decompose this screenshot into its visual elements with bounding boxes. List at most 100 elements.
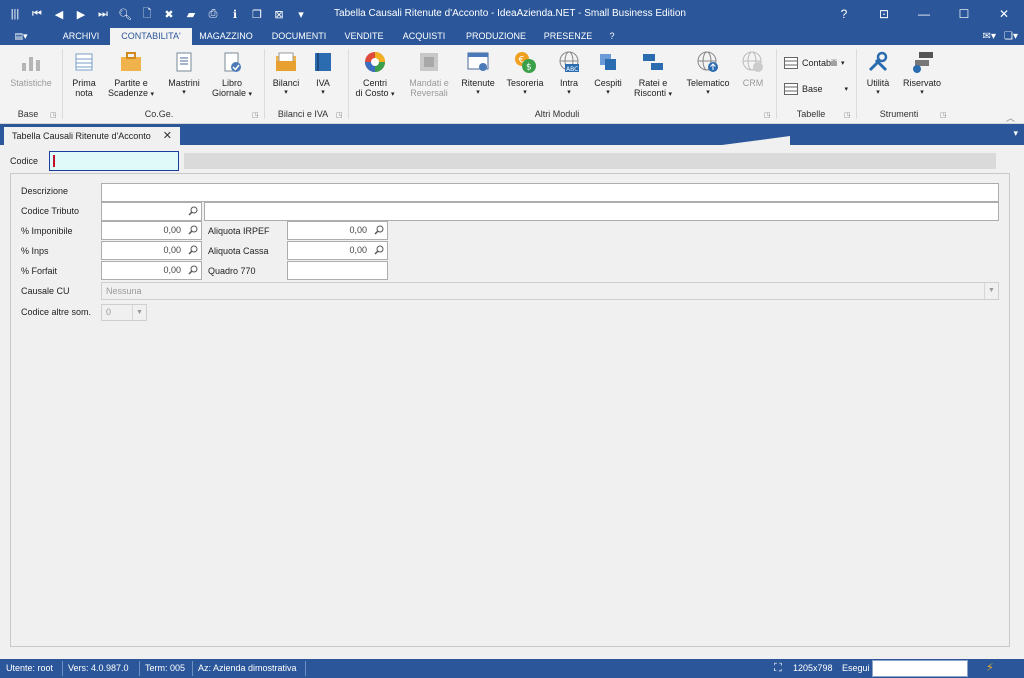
partite-scadenze-button[interactable]: Partite e Scadenze ▾	[104, 49, 158, 99]
last-record-icon[interactable]: ⏭	[92, 3, 114, 25]
tab-list-icon[interactable]: ▾	[1013, 128, 1018, 139]
descrizione-label: Descrizione	[21, 186, 69, 196]
group-expand-icon[interactable]: ◳	[764, 111, 771, 119]
document-tab[interactable]: Tabella Causali Ritenute d'Acconto ✕	[4, 127, 180, 145]
mandati-reversali-button[interactable]: Mandati e Reversali	[406, 49, 452, 98]
maximize-icon[interactable]: ☐	[944, 0, 984, 28]
tab-produzione[interactable]: PRODUZIONE	[460, 28, 532, 45]
group-expand-icon[interactable]: ◳	[940, 111, 947, 119]
ritenute-button[interactable]: Ritenute ▾	[456, 49, 500, 97]
search-icon[interactable]	[188, 225, 198, 235]
tab-acquisti[interactable]: ACQUISTI	[396, 28, 452, 45]
divider	[62, 49, 63, 119]
windows-icon[interactable]: ❏▾	[1004, 31, 1018, 42]
aliquota-cassa-input[interactable]: 0,00	[287, 241, 388, 260]
group-expand-icon[interactable]: ◳	[252, 111, 259, 119]
tab-archivi[interactable]: ARCHIVI	[54, 28, 108, 45]
copy-icon[interactable]: ❐	[246, 3, 268, 25]
server-gear-icon	[909, 49, 935, 75]
chevron-down-icon[interactable]: ▼	[132, 305, 146, 320]
previous-record-icon[interactable]: ◀	[48, 3, 70, 25]
esegui-input[interactable]	[872, 660, 968, 677]
codice-tributo-input[interactable]	[101, 202, 202, 221]
iva-button[interactable]: IVA ▾	[306, 49, 340, 97]
forfait-label: % Forfait	[21, 266, 58, 276]
aliquota-irpef-input[interactable]: 0,00	[287, 221, 388, 240]
tab-magazzino[interactable]: MAGAZZINO	[194, 28, 258, 45]
libro-giornale-button[interactable]: Libro Giornale ▾	[206, 49, 258, 99]
group-expand-icon[interactable]: ◳	[50, 111, 57, 119]
minimize-icon[interactable]: —	[904, 0, 944, 28]
imponibile-input[interactable]: 0,00	[101, 221, 202, 240]
table-icon	[784, 83, 798, 95]
document-list-icon	[171, 49, 197, 75]
close-icon[interactable]: ✕	[984, 0, 1024, 28]
window-eye-icon	[465, 49, 491, 75]
base-tables-button[interactable]: Base ▾	[784, 83, 848, 95]
forfait-input[interactable]: 0,00	[101, 261, 202, 280]
quadro-770-label: Quadro 770	[208, 266, 256, 276]
file-menu-icon[interactable]: ▤▾	[6, 28, 36, 45]
fullscreen-icon[interactable]: ⛶	[774, 659, 782, 678]
currency-icon: € $	[512, 49, 538, 75]
ribbon-display-icon[interactable]: ⊡	[864, 0, 904, 28]
group-bilanci-iva-label: Bilanci e IVA	[277, 109, 329, 119]
codice-altre-select[interactable]: 0 ▼	[101, 304, 147, 321]
mail-icon[interactable]: ✉▾	[983, 31, 996, 42]
search-icon[interactable]	[188, 265, 198, 275]
descrizione-input[interactable]	[101, 183, 999, 202]
codice-tributo-description	[204, 202, 999, 221]
close-tab-icon[interactable]: ✕	[163, 127, 172, 145]
search-icon[interactable]	[188, 206, 198, 216]
cespiti-button[interactable]: Cespiti ▾	[590, 49, 626, 97]
new-document-icon[interactable]: 🗋	[136, 3, 158, 25]
print-icon[interactable]: ⎙	[202, 3, 224, 25]
delete-icon[interactable]: ✖	[158, 3, 180, 25]
ratei-risconti-button[interactable]: Ratei e Risconti ▾	[630, 49, 676, 99]
crm-button[interactable]: CRM	[736, 49, 770, 88]
telematico-button[interactable]: Telematico ▾	[682, 49, 734, 97]
riservato-button[interactable]: Riservato ▾	[898, 49, 946, 97]
lightning-icon[interactable]: ⚡	[986, 659, 994, 678]
color-wheel-icon	[362, 49, 388, 75]
info-icon[interactable]: ℹ	[224, 3, 246, 25]
tab-documenti[interactable]: DOCUMENTI	[264, 28, 334, 45]
chevron-down-icon[interactable]: ▼	[984, 283, 998, 299]
statistiche-button[interactable]: Statistiche	[6, 49, 56, 88]
tesoreria-button[interactable]: € $ Tesoreria ▾	[502, 49, 548, 97]
group-coge-label: Co.Ge.	[144, 109, 174, 119]
inps-input[interactable]: 0,00	[101, 241, 202, 260]
collapse-ribbon-icon[interactable]: ︿	[1006, 111, 1015, 124]
folder-icon[interactable]: ▰	[180, 3, 202, 25]
codice-input[interactable]	[49, 151, 179, 171]
status-terminal: Term: 005	[145, 663, 186, 673]
utilita-button[interactable]: Utilità ▾	[860, 49, 896, 97]
intra-button[interactable]: ABC Intra ▾	[552, 49, 586, 97]
app-menu-icon[interactable]: |||	[4, 3, 26, 25]
group-expand-icon[interactable]: ◳	[844, 111, 851, 119]
causale-cu-select[interactable]: Nessuna ▼	[101, 282, 999, 300]
search-icon[interactable]	[188, 245, 198, 255]
first-record-icon[interactable]: ⏮	[26, 3, 48, 25]
bilanci-button[interactable]: Bilanci ▾	[268, 49, 304, 97]
group-expand-icon[interactable]: ◳	[336, 111, 343, 119]
search-icon[interactable]	[374, 225, 384, 235]
quick-access-toolbar: ||| ⏮ ◀ ▶ ⏭ 🔍︎ 🗋 ✖ ▰ ⎙ ℹ ❐ ⊠ ▾	[4, 0, 312, 28]
quadro-770-input[interactable]	[287, 261, 388, 280]
tab-help[interactable]: ?	[602, 28, 622, 45]
next-record-icon[interactable]: ▶	[70, 3, 92, 25]
table-icon	[784, 57, 798, 69]
search-icon[interactable]: 🔍︎	[114, 3, 136, 25]
mandati-icon	[416, 49, 442, 75]
mastrini-button[interactable]: Mastrini ▾	[162, 49, 206, 97]
tab-vendite[interactable]: VENDITE	[338, 28, 390, 45]
prima-nota-button[interactable]: Prima nota	[66, 49, 102, 98]
centri-di-costo-button[interactable]: Centri di Costo ▾	[352, 49, 398, 99]
help-icon[interactable]: ?	[824, 0, 864, 28]
tab-presenze[interactable]: PRESENZE	[538, 28, 598, 45]
tab-contabilita[interactable]: CONTABILITA'	[110, 28, 192, 45]
export-excel-icon[interactable]: ⊠	[268, 3, 290, 25]
contabili-button[interactable]: Contabili ▾	[784, 57, 845, 69]
status-company: Az: Azienda dimostrativa	[198, 663, 297, 673]
search-icon[interactable]	[374, 245, 384, 255]
